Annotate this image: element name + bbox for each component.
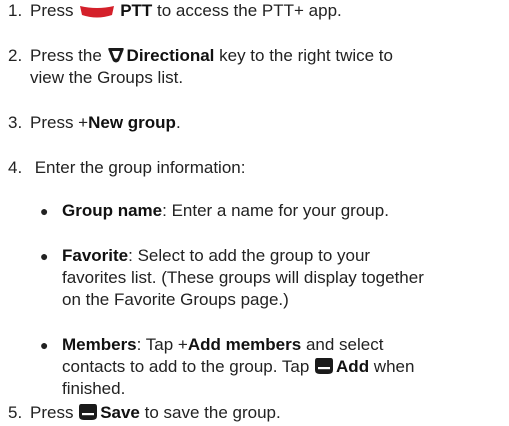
step-3: 3. Press +New group. [8, 113, 181, 132]
step-number: 4. [8, 158, 23, 177]
step-4: 4. Enter the group information: [8, 158, 246, 177]
bullet-favorite: ● Favorite: Select to add the group to yo… [40, 246, 424, 309]
soft-key-icon [79, 404, 98, 420]
step-number: 5. [8, 403, 23, 422]
ptt-key-icon [80, 6, 115, 18]
bullet-dot: ● [40, 203, 49, 219]
step-number: 3. [8, 113, 23, 132]
soft-key-icon [315, 358, 334, 374]
step-number: 2. [8, 46, 23, 65]
instructions-page: 1. Press PTT to access the PTT+ app. 2. Pr… [0, 0, 509, 426]
bullet-dot: ● [40, 248, 49, 264]
step-1: 1. Press PTT to access the PTT+ app. [8, 1, 342, 20]
bullet-dot: ● [40, 337, 49, 353]
bullet-members: ● Members: Tap +Add members and select co… [40, 335, 415, 398]
step-number: 1. [8, 1, 23, 20]
step-5: 5. Press Save to save the group. [8, 403, 281, 422]
bullet-group-name: ● Group name: Enter a name for your group… [40, 201, 389, 220]
step-2: 2. Press the Directional key to the right… [8, 46, 393, 87]
directional-key-icon [107, 48, 124, 63]
